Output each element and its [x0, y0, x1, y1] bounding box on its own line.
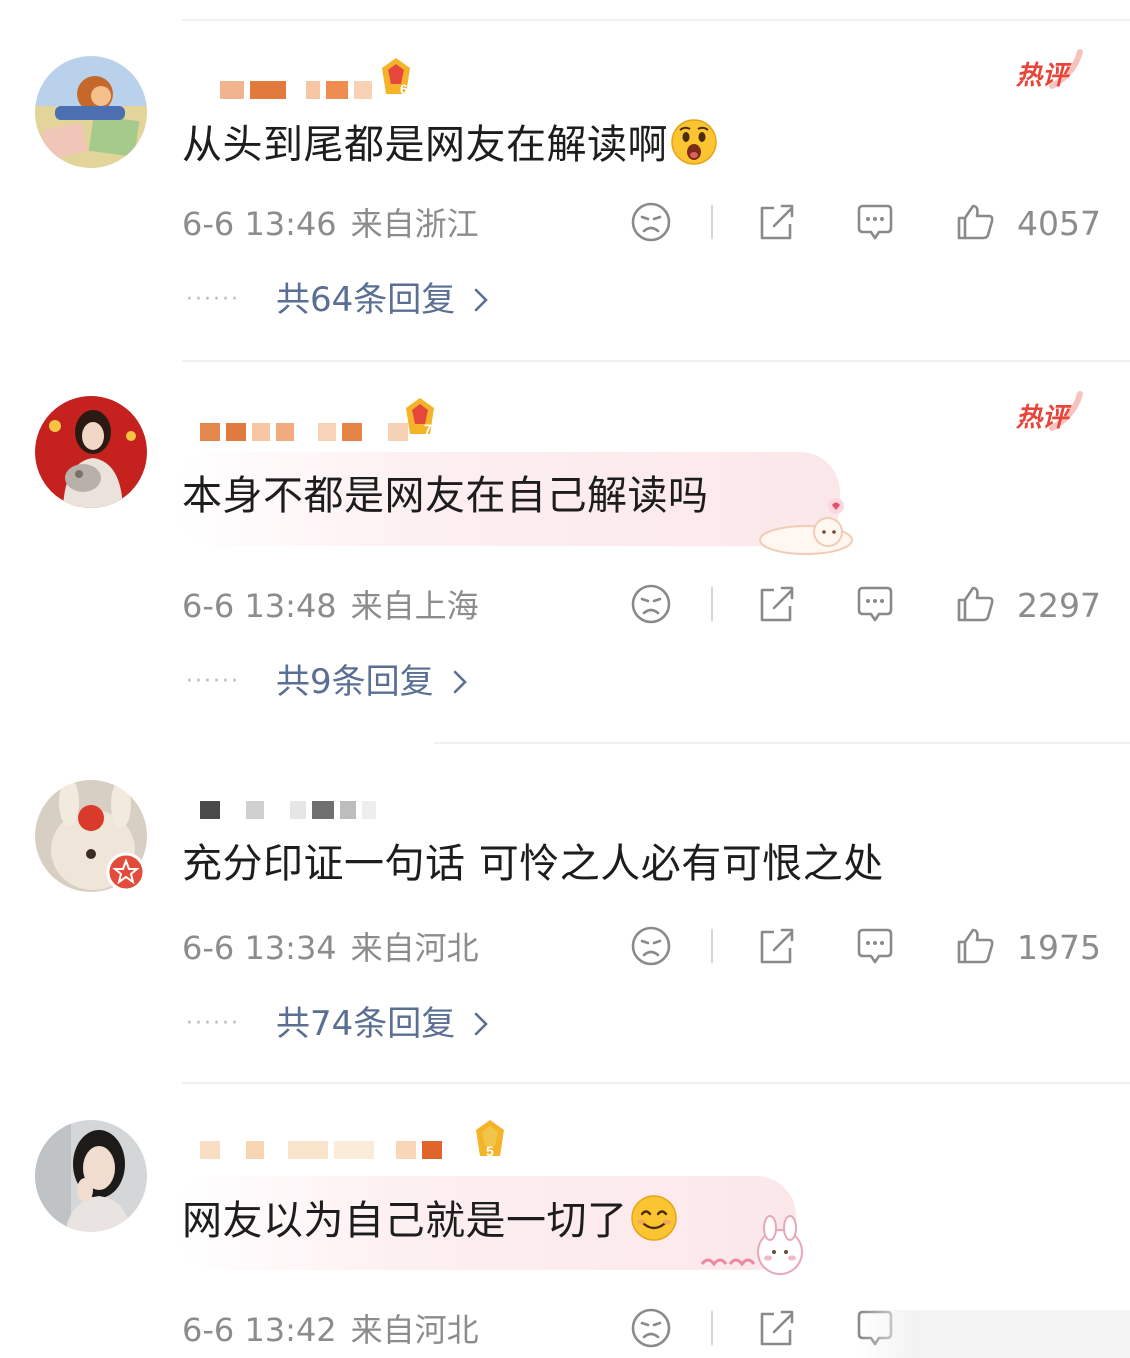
thumbs-up-icon[interactable]	[953, 200, 997, 244]
hot-comment-tag: 热评	[1014, 390, 1086, 434]
comment-actions: 4057	[0, 200, 1130, 248]
bunny-sticker-icon	[700, 1215, 803, 1275]
username-mosaic[interactable]	[200, 1140, 442, 1160]
comment-text-content: 网友以为自己就是一切了	[182, 1198, 628, 1244]
hot-comment-tag: 热评	[1014, 48, 1086, 92]
share-icon[interactable]	[754, 582, 798, 626]
rank-badge-icon: 5	[472, 1116, 508, 1160]
smiling-face-emoji-icon	[630, 1195, 677, 1241]
rank-badge-number: 7	[424, 421, 432, 437]
comment-text: 充分印证一句话 可怜之人必有可恨之处	[182, 840, 884, 888]
view-replies-link[interactable]: 共9条回复	[276, 660, 468, 704]
username-mosaic[interactable]	[200, 422, 408, 442]
comment-text: 本身不都是网友在自己解读吗	[182, 472, 709, 520]
action-separator	[711, 205, 713, 239]
share-icon[interactable]	[754, 200, 798, 244]
rank-badge-number: 6	[400, 81, 408, 97]
chevron-right-icon	[474, 288, 489, 312]
view-replies-link[interactable]: 共74条回复	[276, 1002, 489, 1046]
comment-item: 6 热评 从头到尾都是网友在解读啊 6-6 13:46 来自浙江 4057 ··…	[0, 0, 1130, 360]
comment-bubble-icon[interactable]	[853, 582, 897, 626]
comment-text-content: 从头到尾都是网友在解读啊	[182, 122, 668, 168]
view-replies-label: 共64条回复	[276, 280, 456, 320]
action-separator	[711, 929, 713, 963]
ellipsis-dots: ······	[186, 287, 240, 312]
comment-text: 网友以为自己就是一切了	[182, 1194, 678, 1245]
avatar[interactable]	[35, 56, 147, 168]
ellipsis-dots: ······	[186, 669, 240, 694]
avatar-image	[35, 56, 147, 168]
view-replies-link[interactable]: 共64条回复	[276, 278, 489, 322]
reply-summary[interactable]: ······ 共9条回复	[186, 660, 468, 704]
rank-badge-icon: 6	[378, 54, 414, 98]
rank-badge-icon: 7	[402, 394, 438, 438]
comment-actions: 1975	[0, 924, 1130, 972]
like-count: 4057	[1017, 204, 1101, 243]
dislike-face-icon[interactable]	[629, 582, 673, 626]
dislike-face-icon[interactable]	[629, 200, 673, 244]
comment-item: 充分印证一句话 可怜之人必有可恨之处 6-6 13:34 来自河北 1975 ··…	[0, 744, 1130, 1084]
dislike-face-icon[interactable]	[629, 924, 673, 968]
dislike-face-icon[interactable]	[629, 1306, 673, 1350]
avatar-image	[35, 396, 147, 508]
share-icon[interactable]	[754, 924, 798, 968]
ellipsis-dots: ······	[186, 1011, 240, 1036]
rank-badge-number: 5	[486, 1143, 494, 1159]
avatar-image	[35, 1120, 147, 1232]
reply-summary[interactable]: ······ 共64条回复	[186, 278, 489, 322]
hot-comment-label: 热评	[1015, 403, 1072, 433]
avatar[interactable]	[35, 396, 147, 508]
hot-comment-label: 热评	[1015, 61, 1072, 91]
comment-text: 从头到尾都是网友在解读啊	[182, 118, 718, 169]
comment-text-content: 充分印证一句话 可怜之人必有可恨之处	[182, 841, 884, 887]
blurred-region	[860, 1310, 1130, 1358]
like-count: 1975	[1017, 928, 1101, 967]
comment-item: 7 热评 本身不都是网友在自己解读吗 6-6 13:48 来自上海 2297 ·…	[0, 360, 1130, 744]
chevron-right-icon	[474, 1012, 489, 1036]
avatar[interactable]	[35, 1120, 147, 1232]
action-separator	[711, 1311, 713, 1345]
comment-bubble-icon[interactable]	[853, 200, 897, 244]
comment-bubble-icon[interactable]	[853, 924, 897, 968]
chevron-right-icon	[453, 670, 467, 694]
like-count: 2297	[1017, 586, 1101, 625]
cat-sticker-icon	[759, 498, 853, 555]
action-separator	[711, 587, 713, 621]
thumbs-up-icon[interactable]	[953, 582, 997, 626]
view-replies-label: 共74条回复	[276, 1004, 456, 1044]
share-icon[interactable]	[754, 1306, 798, 1350]
comment-actions: 2297	[0, 582, 1130, 630]
comment-text-content: 本身不都是网友在自己解读吗	[182, 473, 709, 519]
view-replies-label: 共9条回复	[276, 662, 434, 702]
verified-badge-icon	[106, 852, 146, 892]
reply-summary[interactable]: ······ 共74条回复	[186, 1002, 489, 1046]
username-mosaic[interactable]	[200, 800, 376, 820]
shocked-face-emoji-icon	[671, 119, 717, 165]
username-mosaic[interactable]	[220, 80, 372, 100]
thumbs-up-icon[interactable]	[953, 924, 997, 968]
